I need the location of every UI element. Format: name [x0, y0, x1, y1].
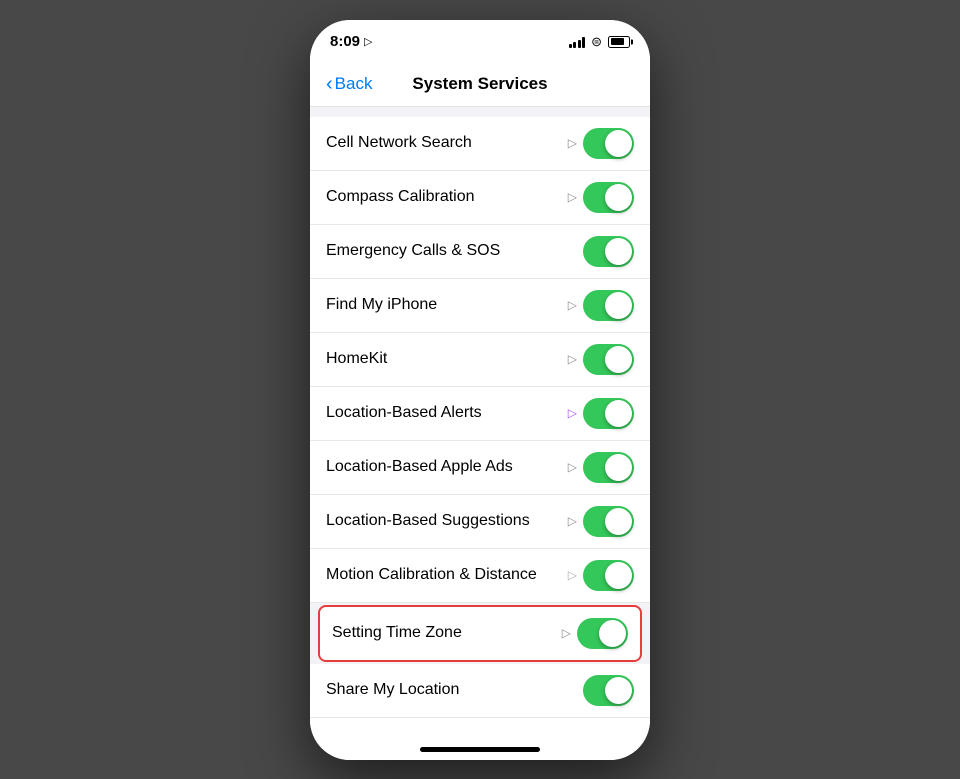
row-right: ▷	[568, 560, 634, 591]
setting-time-zone-label: Setting Time Zone	[332, 624, 562, 642]
row-right	[583, 236, 634, 267]
page-title: System Services	[412, 74, 547, 94]
setting-time-zone-row[interactable]: Setting Time Zone ▷	[318, 605, 642, 662]
location-based-alerts-toggle[interactable]	[583, 398, 634, 429]
location-arrow-icon: ▷	[568, 190, 577, 204]
status-icons: ⊜	[569, 34, 630, 50]
nav-bar: ‹ Back System Services	[310, 64, 650, 107]
home-indicator	[310, 726, 650, 760]
homekit-label: HomeKit	[326, 350, 568, 368]
row-right: ▷	[568, 344, 634, 375]
location-arrow-icon: ▷	[364, 35, 372, 48]
list-item[interactable]: Find My iPhone ▷	[310, 279, 650, 333]
location-arrow-icon: ▷	[562, 626, 571, 640]
location-arrow-icon: ▷	[568, 460, 577, 474]
row-right: ▷	[562, 618, 628, 649]
share-my-location-toggle[interactable]	[583, 675, 634, 706]
motion-calibration-label: Motion Calibration & Distance	[326, 566, 568, 584]
back-label[interactable]: Back	[335, 74, 373, 94]
compass-calibration-label: Compass Calibration	[326, 188, 568, 206]
location-based-apple-ads-toggle[interactable]	[583, 452, 634, 483]
motion-calibration-toggle[interactable]	[583, 560, 634, 591]
location-arrow-icon: ▷	[568, 568, 577, 582]
location-based-apple-ads-label: Location-Based Apple Ads	[326, 458, 568, 476]
list-item[interactable]: Location-Based Suggestions ▷	[310, 495, 650, 549]
list-item[interactable]: Compass Calibration ▷	[310, 171, 650, 225]
status-bar: 8:09 ▷ ⊜	[310, 20, 650, 64]
status-time: 8:09	[330, 33, 360, 50]
back-chevron-icon: ‹	[326, 74, 333, 94]
find-my-iphone-label: Find My iPhone	[326, 296, 568, 314]
location-based-suggestions-label: Location-Based Suggestions	[326, 512, 568, 530]
main-settings-group: Cell Network Search ▷ Compass Calibratio…	[310, 117, 650, 726]
wifi-icon: ⊜	[591, 34, 602, 50]
row-right: ▷	[568, 290, 634, 321]
location-arrow-purple-icon: ▷	[568, 406, 577, 420]
list-item[interactable]: Location-Based Alerts ▷	[310, 387, 650, 441]
cell-network-search-label: Cell Network Search	[326, 134, 568, 152]
list-item[interactable]: HomeKit ▷	[310, 333, 650, 387]
location-arrow-icon: ▷	[568, 352, 577, 366]
location-arrow-icon: ▷	[568, 514, 577, 528]
row-right: ▷	[568, 128, 634, 159]
find-my-iphone-toggle[interactable]	[583, 290, 634, 321]
list-item[interactable]: Location-Based Apple Ads ▷	[310, 441, 650, 495]
location-based-alerts-label: Location-Based Alerts	[326, 404, 568, 422]
row-right: ▷	[568, 182, 634, 213]
row-right: ▷	[568, 506, 634, 537]
emergency-calls-label: Emergency Calls & SOS	[326, 242, 583, 260]
signal-icon	[569, 36, 586, 48]
compass-calibration-toggle[interactable]	[583, 182, 634, 213]
battery-icon	[608, 36, 630, 48]
settings-content: Cell Network Search ▷ Compass Calibratio…	[310, 107, 650, 726]
list-item[interactable]: Cell Network Search ▷	[310, 117, 650, 171]
location-arrow-icon: ▷	[568, 298, 577, 312]
emergency-calls-toggle[interactable]	[583, 236, 634, 267]
location-arrow-icon: ▷	[568, 136, 577, 150]
list-item[interactable]: Share My Location	[310, 664, 650, 718]
share-my-location-label: Share My Location	[326, 681, 583, 699]
cell-network-search-toggle[interactable]	[583, 128, 634, 159]
row-right: ▷	[568, 452, 634, 483]
row-right: ▷	[568, 398, 634, 429]
home-bar	[420, 747, 540, 752]
list-item[interactable]: Emergency Calls & SOS	[310, 225, 650, 279]
setting-time-zone-toggle[interactable]	[577, 618, 628, 649]
back-button[interactable]: ‹ Back	[326, 74, 372, 94]
list-item[interactable]: Wi-Fi Calling	[310, 718, 650, 726]
homekit-toggle[interactable]	[583, 344, 634, 375]
row-right	[583, 675, 634, 706]
phone-frame: 8:09 ▷ ⊜ ‹ Back Syst	[310, 20, 650, 760]
list-item[interactable]: Motion Calibration & Distance ▷	[310, 549, 650, 603]
location-based-suggestions-toggle[interactable]	[583, 506, 634, 537]
